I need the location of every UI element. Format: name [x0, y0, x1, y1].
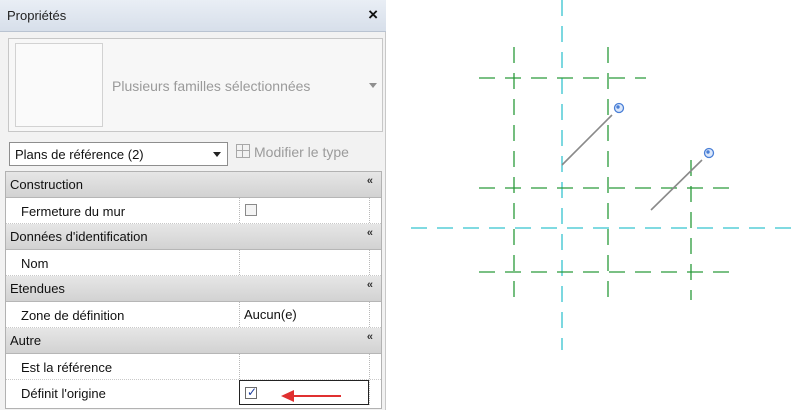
type-selector-value: Plans de référence (2) [15, 147, 144, 162]
section-label: Etendues [10, 281, 65, 296]
chevron-down-icon[interactable] [369, 83, 377, 88]
level-lines [411, 0, 797, 350]
property-label: Zone de définition [21, 308, 125, 323]
reference-planes [479, 47, 731, 300]
property-label: Est la référence [21, 360, 113, 375]
handle-dot [616, 105, 620, 109]
properties-grid: Construction « Fermeture du mur Données … [5, 171, 382, 409]
preview-label: Plusieurs familles sélectionnées [112, 78, 311, 94]
chevron-down-icon[interactable] [213, 152, 221, 157]
section-label: Autre [10, 333, 42, 348]
property-row: Est la référence [6, 354, 381, 380]
property-label: Fermeture du mur [21, 204, 126, 219]
drawing-canvas[interactable] [386, 0, 797, 410]
section-construction[interactable]: Construction « [6, 172, 381, 198]
property-value-text: Aucun(e) [244, 307, 297, 322]
row-spacer [369, 198, 381, 223]
collapse-icon[interactable]: « [367, 227, 373, 239]
property-label: Nom [21, 256, 49, 271]
type-selector-dropdown[interactable]: Plans de référence (2) [9, 142, 228, 166]
property-row: Zone de définition Aucun(e) [6, 302, 381, 328]
section-label: Données d'identification [10, 229, 148, 244]
edit-type-label: Modifier le type [254, 144, 349, 160]
zone-de-definition-field[interactable]: Aucun(e) [239, 302, 369, 327]
section-identity-data[interactable]: Données d'identification « [6, 224, 381, 250]
property-label: Définit l'origine [21, 386, 106, 401]
collapse-icon[interactable]: « [367, 175, 373, 187]
property-value[interactable] [239, 198, 369, 223]
type-preview[interactable]: Plusieurs familles sélectionnées [8, 38, 383, 132]
est-la-reference-field[interactable] [239, 354, 369, 379]
property-row: Fermeture du mur [6, 198, 381, 224]
panel-title: Propriétés [7, 8, 67, 23]
close-icon[interactable]: × [368, 5, 378, 25]
row-spacer [369, 380, 381, 405]
section-extents[interactable]: Etendues « [6, 276, 381, 302]
row-spacer [369, 302, 381, 327]
fermeture-du-mur-checkbox[interactable] [245, 204, 257, 216]
selected-plane[interactable] [561, 114, 613, 166]
nom-field[interactable] [239, 250, 369, 275]
definit-origine-checkbox[interactable] [245, 385, 257, 399]
property-row: Nom [6, 250, 381, 276]
section-label: Construction [10, 177, 83, 192]
type-thumbnail [15, 43, 103, 127]
red-arrow-icon [281, 390, 341, 402]
collapse-icon[interactable]: « [367, 331, 373, 343]
row-spacer [369, 250, 381, 275]
edit-type-button[interactable]: Modifier le type [236, 144, 349, 160]
section-other[interactable]: Autre « [6, 328, 381, 354]
row-spacer [369, 354, 381, 379]
handle-dot [706, 150, 710, 154]
panel-title-bar: Propriétés × [0, 0, 386, 32]
edit-type-icon [236, 144, 250, 158]
collapse-icon[interactable]: « [367, 279, 373, 291]
selected-plane[interactable] [650, 159, 703, 211]
properties-panel: Propriétés × Plusieurs familles sélectio… [0, 0, 386, 410]
